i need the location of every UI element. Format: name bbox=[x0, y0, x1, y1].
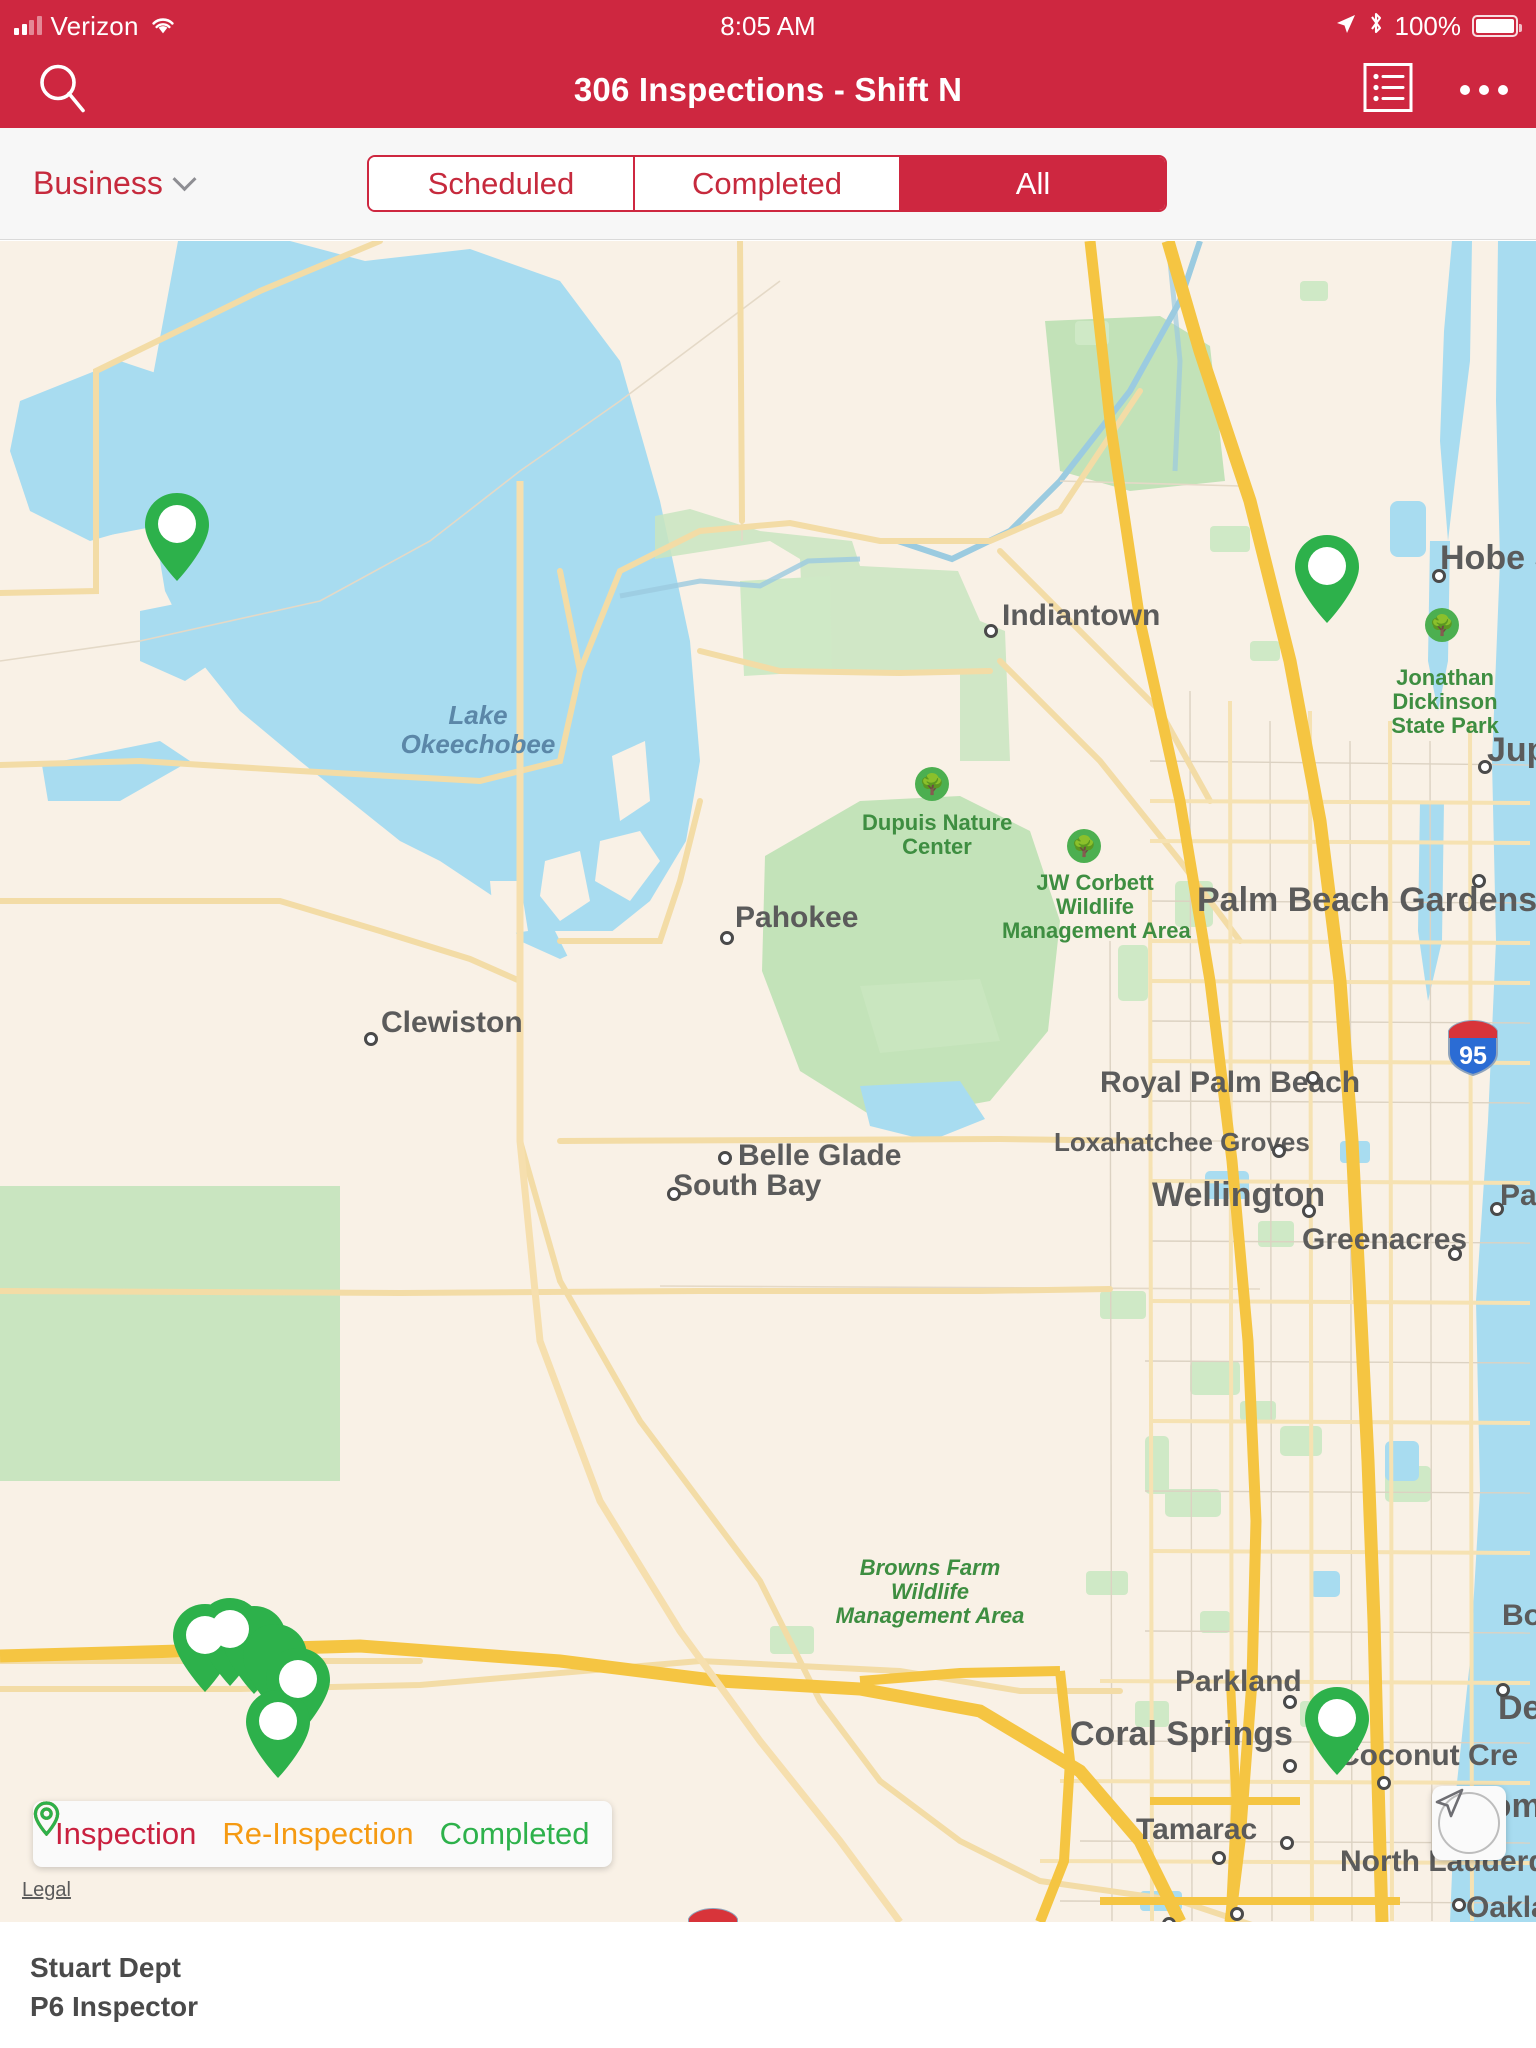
legend-item-inspection: Inspection bbox=[33, 1801, 197, 1852]
park-tree-icon: 🌳 bbox=[915, 767, 949, 801]
segment-all[interactable]: All bbox=[901, 157, 1165, 210]
park-tree-icon: 🌳 bbox=[1425, 608, 1459, 642]
battery-icon bbox=[1472, 15, 1522, 37]
map-city-dot bbox=[1496, 1683, 1510, 1697]
filter-bar: Business Scheduled Completed All bbox=[0, 128, 1536, 240]
footer-info: Stuart Dept P6 Inspector bbox=[0, 1922, 1536, 2048]
legend-item-completed: Completed bbox=[33, 1801, 590, 1852]
segment-completed[interactable]: Completed bbox=[635, 157, 901, 210]
chevron-down-icon bbox=[172, 167, 197, 192]
legend-item-reinspection: Re-Inspection bbox=[33, 1801, 414, 1852]
map-city-dot bbox=[1230, 1907, 1244, 1921]
bluetooth-icon bbox=[1368, 11, 1384, 42]
map-city-dot bbox=[1432, 569, 1446, 583]
status-bar-clock: 8:05 AM bbox=[720, 10, 816, 41]
map-pin-completed[interactable] bbox=[140, 489, 214, 585]
map-city-dot bbox=[364, 1032, 378, 1046]
map-view[interactable]: LakeOkeechobee Indiantown Hobe So Jup Pa… bbox=[0, 241, 1536, 1922]
map-city-dot bbox=[1302, 1204, 1316, 1218]
footer-inspector: P6 Inspector bbox=[30, 1991, 199, 2023]
map-city-dot bbox=[1452, 1898, 1466, 1912]
legend-label-inspection: Inspection bbox=[55, 1816, 197, 1851]
svg-text:95: 95 bbox=[1459, 1042, 1487, 1070]
legend-label-reinspection: Re-Inspection bbox=[222, 1816, 414, 1851]
navigation-bar: 306 Inspections - Shift N bbox=[0, 52, 1536, 128]
footer-department: Stuart Dept bbox=[30, 1952, 181, 1983]
completed-pin-icon bbox=[33, 1801, 60, 1836]
status-segmented-control[interactable]: Scheduled Completed All bbox=[367, 155, 1167, 212]
legend-label-completed: Completed bbox=[439, 1816, 590, 1851]
battery-percent-label: 100% bbox=[1394, 10, 1462, 41]
locate-me-button[interactable] bbox=[1432, 1786, 1506, 1860]
status-bar-right: 100% bbox=[1335, 10, 1522, 42]
map-city-dot bbox=[1377, 1776, 1391, 1790]
map-city-dot bbox=[1448, 1247, 1462, 1261]
map-city-dot bbox=[1478, 760, 1492, 774]
segment-scheduled[interactable]: Scheduled bbox=[369, 157, 635, 210]
list-view-icon[interactable] bbox=[1362, 62, 1414, 119]
map-city-dot bbox=[1283, 1759, 1297, 1773]
map-city-dot bbox=[1212, 1851, 1226, 1865]
map-pin-completed[interactable] bbox=[1300, 1683, 1374, 1779]
highway-shield-i75: 75 bbox=[687, 1907, 739, 1922]
map-pin-completed[interactable] bbox=[1290, 531, 1364, 627]
page-title: 306 Inspections - Shift N bbox=[573, 71, 963, 108]
map-city-dot bbox=[720, 931, 734, 945]
park-tree-icon: 🌳 bbox=[1067, 829, 1101, 863]
more-options-icon[interactable] bbox=[1460, 85, 1508, 95]
navigation-arrow-icon bbox=[1435, 1788, 1500, 1854]
map-legal-link[interactable]: Legal bbox=[22, 1879, 71, 1902]
map-pin-cluster[interactable] bbox=[150, 1596, 370, 1796]
map-city-dot bbox=[984, 624, 998, 638]
map-city-dot bbox=[718, 1151, 732, 1165]
map-city-dot bbox=[1272, 1144, 1286, 1158]
map-legend: Inspection Re-Inspection Completed bbox=[33, 1801, 612, 1867]
business-filter-label: Business bbox=[33, 165, 163, 201]
map-city-dot bbox=[1472, 874, 1486, 888]
map-city-dot bbox=[1280, 1836, 1294, 1850]
map-city-dot bbox=[1306, 1071, 1320, 1085]
status-bar: Verizon 8:05 AM 100% bbox=[0, 0, 1536, 52]
map-city-dot bbox=[667, 1187, 681, 1201]
highway-shield-i95: 95 bbox=[1447, 1019, 1499, 1077]
location-arrow-icon bbox=[1335, 11, 1357, 42]
map-city-dot bbox=[1283, 1695, 1297, 1709]
business-filter-dropdown[interactable]: Business bbox=[33, 165, 197, 202]
map-city-dot bbox=[1490, 1202, 1504, 1216]
